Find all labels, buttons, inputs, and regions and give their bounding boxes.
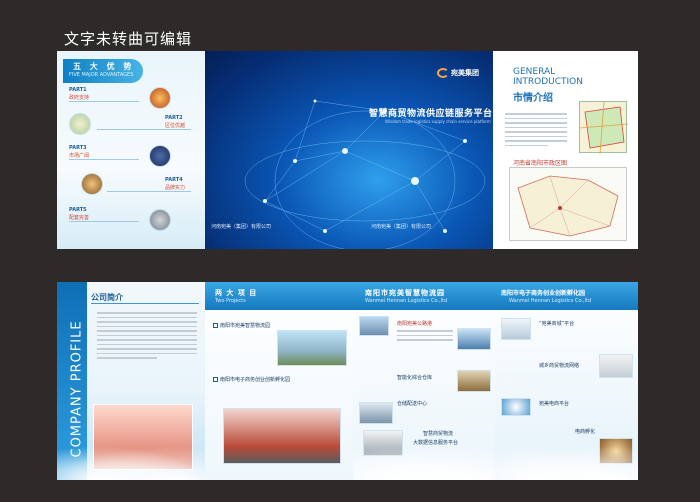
part4-label: PART4 — [165, 177, 183, 183]
incubator-subtitle: Wanmei Hennan Logistics Co.,ltd — [509, 298, 592, 304]
incubator-item-4: 电商孵化 — [575, 429, 596, 435]
incubator-panel: 南阳市电子商务创业创新孵化园 Wanmei Hennan Logistics C… — [495, 282, 638, 480]
cloud-decoration — [57, 446, 205, 480]
front-cover-company: 河南宛美（集团）有限公司 — [371, 224, 432, 230]
intro-title-cn: 市情介绍 — [513, 93, 553, 104]
incubator-title: 南阳市电子商务创业创新孵化园 — [501, 290, 586, 297]
part3-divider — [69, 159, 139, 160]
warehouse-photo — [457, 370, 491, 392]
logistics-item-1: 南阳宛美公路港 — [397, 321, 433, 327]
logo-text: 宛美集团 — [451, 69, 479, 77]
brochure-inner-sheet: COMPANY PROFILE 公司简介 两 大 项 目 Two Project… — [57, 282, 638, 480]
cover-panel: 宛美集团 智慧商贸物流供应链服务平台 Wisdom trade logistic… — [205, 51, 493, 249]
logistics-item-2: 智能化综合仓库 — [397, 375, 433, 381]
brochure-outer-sheet: 五 大 优 势 FIVE MAJOR ADVANTAGES PART1 政府支持… — [57, 51, 638, 249]
company-profile-vertical-title: COMPANY PROFILE — [69, 320, 85, 458]
part4-photo — [81, 173, 103, 195]
back-cover-company: 河南宛美（集团）有限公司 — [211, 224, 272, 230]
projects-subtitle: Two Projects — [215, 298, 246, 304]
cloud-decoration — [495, 446, 638, 480]
checkbox-icon — [213, 377, 218, 382]
company-profile-panel: COMPANY PROFILE 公司简介 — [57, 282, 205, 480]
part1-label: PART1 — [69, 87, 87, 93]
part3-label: PART3 — [69, 145, 87, 151]
city-intro-panel: GENERAL INTRODUCTION 市情介绍 河南省南阳市政区图 — [493, 51, 638, 249]
part4-divider — [107, 191, 191, 192]
advantages-title: 五 大 优 势 — [73, 62, 135, 71]
intro-title-en-line2: INTRODUCTION — [513, 77, 583, 87]
project-item-logistics: 南阳市宛美智慧物流园 — [213, 322, 270, 329]
part5-building-photo — [149, 209, 171, 231]
logistics-item-4: 智慧商贸物流 — [423, 431, 454, 437]
advantages-subtitle: FIVE MAJOR ADVANTAGES — [69, 72, 134, 78]
checkbox-icon — [213, 323, 218, 328]
profile-heading: 公司简介 — [91, 293, 123, 302]
logistics-item-3: 仓储配送中心 — [397, 401, 428, 407]
projects-title: 两 大 项 目 — [215, 289, 258, 297]
part5-name: 配套完善 — [69, 215, 90, 221]
part1-photo — [149, 87, 171, 109]
district-map-title: 河南省南阳市政区图 — [513, 160, 568, 167]
part2-divider — [97, 129, 191, 130]
profile-heading-underline — [91, 303, 199, 304]
part2-map-photo — [69, 113, 91, 135]
intro-title-en-line1: GENERAL — [513, 67, 556, 77]
highway-port-photo — [359, 316, 389, 336]
edit-note-caption: 文字未转曲可编辑 — [64, 30, 193, 48]
part2-label: PART2 — [165, 115, 183, 121]
part5-label: PART5 — [69, 207, 87, 213]
mall-platform-screenshot — [501, 318, 531, 340]
part1-divider — [69, 101, 139, 102]
part5-divider — [69, 221, 139, 222]
part3-name: 市场广阔 — [69, 153, 90, 159]
logistics-park-panel: 南阳市宛美智慧物流园 Wanmei Hennan Logistics Co.,l… — [353, 282, 495, 480]
project-item-incubator: 南阳市电子商务创业创新孵化园 — [213, 376, 290, 383]
intro-body-text — [505, 113, 567, 149]
profile-body-text — [97, 312, 197, 362]
district-map — [509, 167, 627, 241]
company-logo: 宛美集团 — [437, 67, 483, 79]
cover-subtitle: Wisdom trade logistics supply chain serv… — [385, 119, 491, 124]
part2-name: 区位优越 — [165, 123, 186, 129]
network-graphic — [244, 99, 486, 249]
logistics-subtitle: Wanmei Hennan Logistics Co.,ltd — [365, 298, 448, 304]
intro-title-en: GENERAL INTRODUCTION — [513, 67, 583, 87]
incubator-item-1: “宛美商城”平台 — [539, 321, 575, 327]
part1-name: 政府支持 — [69, 95, 90, 101]
part4-name: 品牌实力 — [165, 185, 186, 191]
advantages-panel: 五 大 优 势 FIVE MAJOR ADVANTAGES PART1 政府支持… — [57, 51, 205, 249]
cover-title: 智慧商贸物流供应链服务平台 — [369, 109, 493, 119]
ecommerce-logo-image — [501, 398, 531, 416]
network-photo — [599, 354, 633, 378]
location-map — [579, 101, 629, 155]
logistics-park-render — [277, 330, 347, 366]
logo-swoosh-icon — [437, 68, 449, 78]
logistics-item-5: 大数据信息服务平台 — [413, 440, 459, 446]
incubator-item-2: 城乡商贸物流网络 — [539, 363, 580, 369]
part3-city-photo — [149, 145, 171, 167]
incubator-item-3: 宛美电商平台 — [539, 401, 570, 407]
cloud-decoration — [353, 446, 495, 480]
logistics-item-1-text — [397, 330, 453, 344]
port-photo-2 — [457, 328, 491, 350]
distribution-center-photo — [359, 402, 393, 424]
incubator-building-photo — [223, 408, 341, 464]
logistics-title: 南阳市宛美智慧物流园 — [365, 289, 445, 297]
two-projects-panel: 两 大 项 目 Two Projects 南阳市宛美智慧物流园 南阳市电子商务创… — [205, 282, 353, 480]
